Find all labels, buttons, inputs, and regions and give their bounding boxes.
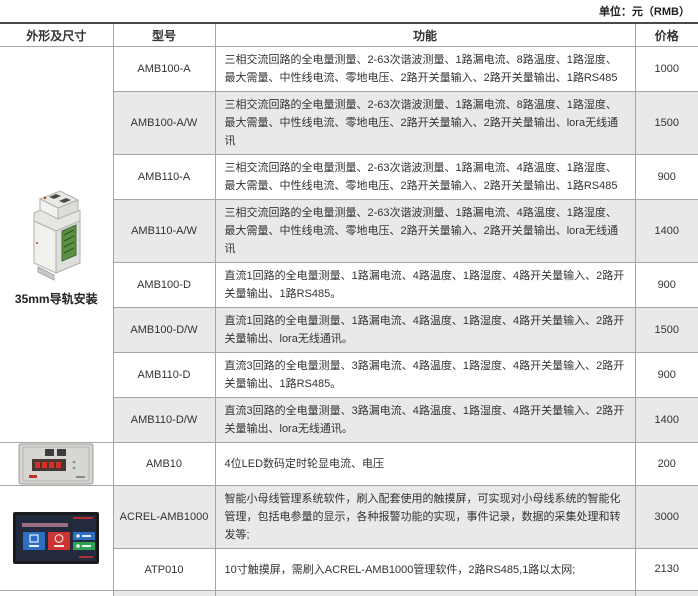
- model-cell: AMB110-A: [113, 155, 215, 200]
- column-header-model: 型号: [113, 23, 215, 47]
- column-header-shape: 外形及尺寸: [0, 23, 113, 47]
- function-cell: 直流1回路的全电量测量、1路漏电流、4路温度、1路湿度、4路开关量输入、2路开关…: [215, 263, 635, 308]
- function-cell: 10寸触摸屏，需刷入ACREL-AMB1000管理软件，2路RS485,1路以太…: [215, 549, 635, 591]
- function-cell: 三相交流回路的全电量测量、2-63次谐波测量、1路漏电流、4路温度、1路湿度、最…: [215, 155, 635, 200]
- function-cell: 三相交流回路的全电量测量、2-63次谐波测量、1路漏电流、8路温度、1路湿度、最…: [215, 92, 635, 155]
- header-row: 外形及尺寸 型号 功能 价格: [0, 23, 698, 47]
- price-cell: 900: [635, 155, 698, 200]
- table-row: AMB10 4位LED数码定时轮显电流、电压 200: [0, 443, 698, 486]
- function-cell: 4位LED数码定时轮显电流、电压: [215, 443, 635, 486]
- panel-meter-image: [18, 443, 94, 485]
- function-cell: 三相交流回路的全电量测量、2-63次谐波测量、1路漏电流、4路温度、1路湿度、最…: [215, 200, 635, 263]
- table-row: ACREL-AMB1000 智能小母线管理系统软件，刷入配套使用的触摸屏，可实现…: [0, 486, 698, 549]
- price-cell: 1500: [635, 308, 698, 353]
- din-rail-device-image: [20, 183, 92, 283]
- price-cell: 200: [635, 443, 698, 486]
- price-cell: 3000: [635, 486, 698, 549]
- price-cell: 900: [635, 263, 698, 308]
- model-cell: AMB110-A/W: [113, 200, 215, 263]
- model-cell: 现场服务费: [113, 591, 215, 596]
- touchscreen-hmi-image: [13, 512, 99, 564]
- table-row: 现场服务费 / 1000元+ 500元/人日: [0, 591, 698, 596]
- shape-cell-din-rail: 35mm导轨安装: [0, 47, 113, 443]
- shape-cell-empty: [0, 591, 113, 596]
- table-row: 35mm导轨安装 AMB100-A 三相交流回路的全电量测量、2-63次谐波测量…: [0, 47, 698, 92]
- price-cell: 1400: [635, 398, 698, 443]
- shape-cell-amb10: [0, 443, 113, 486]
- model-cell: ATP010: [113, 549, 215, 591]
- function-cell: 智能小母线管理系统软件，刷入配套使用的触摸屏，可实现对小母线系统的智能化管理，包…: [215, 486, 635, 549]
- function-cell: 直流3回路的全电量测量、3路漏电流、4路温度、1路湿度、4路开关量输入、2路开关…: [215, 398, 635, 443]
- function-cell: 三相交流回路的全电量测量、2-63次谐波测量、1路漏电流、8路温度、1路湿度、最…: [215, 47, 635, 92]
- model-cell: AMB110-D/W: [113, 398, 215, 443]
- unit-label: 单位：元（RMB）: [599, 3, 690, 19]
- column-header-function: 功能: [215, 23, 635, 47]
- model-cell: AMB110-D: [113, 353, 215, 398]
- price-cell: 900: [635, 353, 698, 398]
- model-cell: ACREL-AMB1000: [113, 486, 215, 549]
- price-cell: 1000: [635, 47, 698, 92]
- function-cell: 直流1回路的全电量测量、1路漏电流、4路温度、1路湿度、4路开关量输入、2路开关…: [215, 308, 635, 353]
- model-cell: AMB10: [113, 443, 215, 486]
- function-cell: /: [215, 591, 635, 596]
- din-rail-caption: 35mm导轨安装: [15, 290, 98, 307]
- function-cell: 直流3回路的全电量测量、3路漏电流、4路温度、1路湿度、4路开关量输入、2路开关…: [215, 353, 635, 398]
- price-cell: 1000元+ 500元/人日: [635, 591, 698, 596]
- price-cell: 1400: [635, 200, 698, 263]
- model-cell: AMB100-D: [113, 263, 215, 308]
- model-cell: AMB100-A/W: [113, 92, 215, 155]
- column-header-price: 价格: [635, 23, 698, 47]
- model-cell: AMB100-A: [113, 47, 215, 92]
- price-cell: 1500: [635, 92, 698, 155]
- price-cell: 2130: [635, 549, 698, 591]
- shape-cell-touchscreen: [0, 486, 113, 591]
- model-cell: AMB100-D/W: [113, 308, 215, 353]
- price-list-page: 单位：元（RMB） 外形及尺寸 型号 功能 价格: [0, 0, 698, 596]
- price-table: 外形及尺寸 型号 功能 价格: [0, 22, 698, 596]
